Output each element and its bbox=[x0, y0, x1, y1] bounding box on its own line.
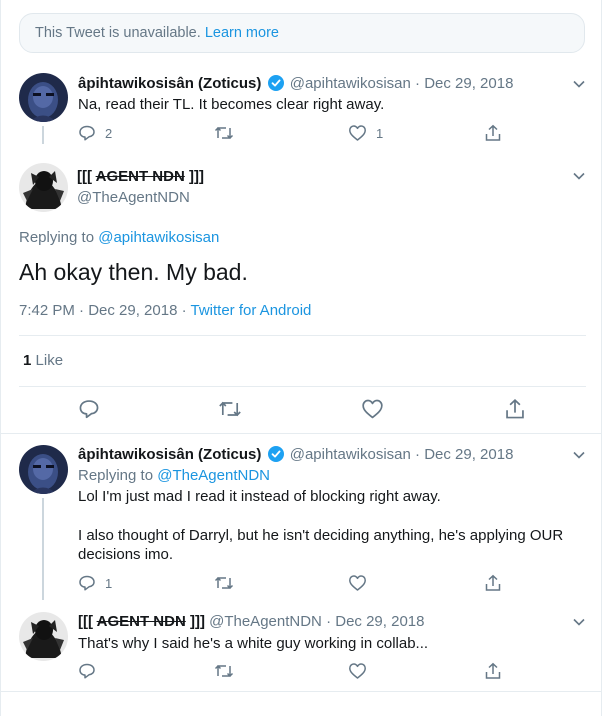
divider bbox=[1, 433, 602, 434]
retweet-button[interactable] bbox=[214, 574, 234, 592]
retweet-icon bbox=[214, 126, 234, 140]
divider bbox=[19, 386, 586, 387]
display-name[interactable]: âpihtawikosisân (Zoticus) bbox=[78, 446, 261, 463]
source-link[interactable]: Twitter for Android bbox=[191, 302, 312, 319]
unavailable-text: This Tweet is unavailable. bbox=[35, 25, 201, 41]
separator-dot: · bbox=[177, 302, 191, 319]
share-icon bbox=[485, 574, 501, 591]
divider bbox=[19, 335, 586, 336]
thread-line bbox=[42, 498, 44, 600]
replying-to: Replying to @apihtawikosisan bbox=[19, 229, 219, 246]
like-button[interactable] bbox=[348, 574, 367, 592]
display-name[interactable]: âpihtawikosisân (Zoticus) bbox=[78, 75, 261, 92]
like-button[interactable] bbox=[348, 662, 367, 680]
like-icon bbox=[349, 125, 366, 141]
tweet-timestamp[interactable]: 7:42 PM · Dec 29, 2018 bbox=[19, 302, 177, 319]
verified-badge-icon bbox=[267, 446, 284, 466]
conversation-panel: This Tweet is unavailable. Learn more âp… bbox=[0, 0, 602, 716]
share-icon bbox=[506, 399, 524, 419]
name-prefix: [[[ bbox=[78, 613, 97, 630]
reply-count: 2 bbox=[105, 125, 113, 141]
separator-dot: · bbox=[415, 446, 421, 463]
likes-count: 1 bbox=[23, 352, 32, 369]
handle[interactable]: @TheAgentNDN bbox=[209, 613, 322, 630]
learn-more-link[interactable]: Learn more bbox=[205, 25, 279, 41]
likes-stat[interactable]: 1 Like bbox=[23, 352, 63, 369]
tweet-text: I also thought of Darryl, but he isn't d… bbox=[78, 527, 564, 544]
tweet-header: âpihtawikosisân (Zoticus) @apihtawikosis… bbox=[78, 75, 513, 95]
handle[interactable]: @apihtawikosisan bbox=[290, 75, 411, 92]
retweet-icon bbox=[214, 576, 234, 590]
tweet-date[interactable]: Dec 29, 2018 bbox=[424, 446, 513, 463]
reply-button[interactable]: 2 bbox=[78, 124, 112, 142]
like-button[interactable] bbox=[361, 398, 384, 420]
handle[interactable]: @apihtawikosisan bbox=[290, 446, 411, 463]
tweet-date[interactable]: Dec 29, 2018 bbox=[335, 613, 424, 630]
like-icon bbox=[349, 575, 366, 591]
reply-button[interactable] bbox=[78, 398, 100, 420]
avatar[interactable] bbox=[19, 163, 68, 212]
chevron-down-icon[interactable] bbox=[573, 451, 585, 459]
tweet-text: That's why I said he's a white guy worki… bbox=[78, 635, 429, 652]
retweet-icon bbox=[214, 664, 234, 678]
like-button[interactable]: 1 bbox=[348, 124, 383, 142]
separator-dot: · bbox=[326, 613, 332, 630]
display-name[interactable]: [[[ AGENT NDN ]]] bbox=[78, 613, 205, 630]
name-prefix: [[[ bbox=[77, 168, 96, 185]
tweet-text: Lol I'm just mad I read it instead of bl… bbox=[78, 488, 441, 505]
handle[interactable]: @TheAgentNDN bbox=[77, 189, 190, 206]
share-button[interactable] bbox=[484, 124, 502, 142]
reply-button[interactable]: 1 bbox=[78, 574, 112, 592]
mention-link[interactable]: @TheAgentNDN bbox=[157, 467, 270, 484]
tweet-header: âpihtawikosisân (Zoticus) @apihtawikosis… bbox=[78, 446, 513, 466]
tweet-text: Ah okay then. My bad. bbox=[19, 259, 248, 285]
retweet-button[interactable] bbox=[214, 124, 234, 142]
name-suffix: ]]] bbox=[185, 613, 205, 630]
unavailable-tweet-notice: This Tweet is unavailable. Learn more bbox=[19, 13, 585, 53]
like-icon bbox=[349, 663, 366, 679]
mention-link[interactable]: @apihtawikosisan bbox=[98, 229, 219, 246]
retweet-button[interactable] bbox=[218, 398, 242, 420]
divider bbox=[1, 691, 602, 692]
chevron-down-icon[interactable] bbox=[573, 172, 585, 180]
chevron-down-icon[interactable] bbox=[573, 618, 585, 626]
thread-line bbox=[42, 126, 44, 144]
like-count: 1 bbox=[376, 125, 384, 141]
separator-dot: · bbox=[415, 75, 421, 92]
reply-button[interactable] bbox=[78, 662, 96, 680]
verified-badge-icon bbox=[267, 75, 284, 95]
tweet-header: [[[ AGENT NDN ]]] @TheAgentNDN · Dec 29,… bbox=[78, 613, 424, 630]
name-strike: AGENT NDN bbox=[96, 613, 186, 630]
share-icon bbox=[485, 662, 501, 679]
tweet-text: decisions imo. bbox=[78, 546, 174, 563]
display-name[interactable]: [[[ AGENT NDN ]]] bbox=[77, 168, 204, 185]
tweet-date[interactable]: Dec 29, 2018 bbox=[424, 75, 513, 92]
retweet-icon bbox=[219, 401, 241, 417]
reply-icon bbox=[79, 400, 99, 419]
name-strike: AGENT NDN bbox=[95, 168, 185, 185]
replying-to-label: Replying to bbox=[78, 467, 154, 484]
share-button[interactable] bbox=[484, 574, 502, 592]
avatar[interactable] bbox=[19, 612, 68, 661]
replying-to: Replying to @TheAgentNDN bbox=[78, 467, 270, 484]
like-icon bbox=[362, 399, 383, 419]
share-icon bbox=[485, 124, 501, 141]
reply-icon bbox=[79, 663, 95, 679]
share-button[interactable] bbox=[504, 398, 526, 420]
reply-icon bbox=[79, 125, 95, 141]
tweet-meta: 7:42 PM · Dec 29, 2018 · Twitter for And… bbox=[19, 302, 311, 319]
retweet-button[interactable] bbox=[214, 662, 234, 680]
avatar[interactable] bbox=[19, 73, 68, 122]
reply-icon bbox=[79, 575, 95, 591]
likes-label: Like bbox=[35, 352, 64, 369]
reply-count: 1 bbox=[105, 575, 113, 591]
share-button[interactable] bbox=[484, 662, 502, 680]
name-suffix: ]]] bbox=[184, 168, 204, 185]
tweet-text: Na, read their TL. It becomes clear righ… bbox=[78, 96, 385, 113]
avatar[interactable] bbox=[19, 445, 68, 494]
replying-to-label: Replying to bbox=[19, 229, 95, 246]
chevron-down-icon[interactable] bbox=[573, 80, 585, 88]
